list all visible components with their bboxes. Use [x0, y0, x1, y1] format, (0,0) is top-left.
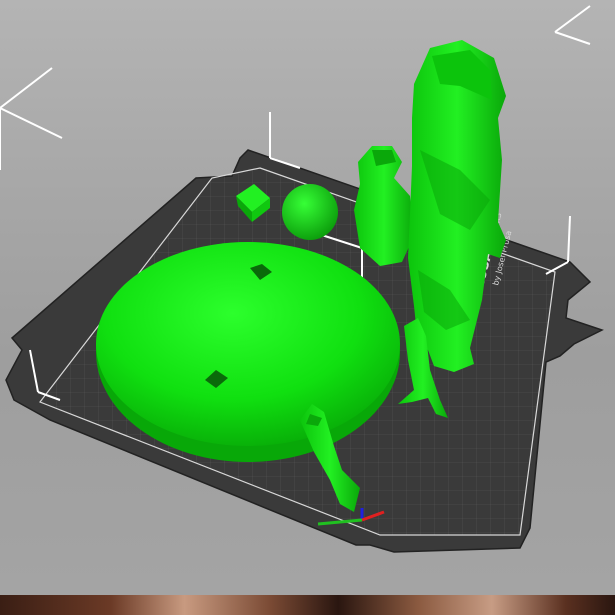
webcam-strip — [0, 595, 615, 615]
torso-model[interactable] — [354, 146, 414, 266]
sphere-model[interactable] — [282, 184, 338, 240]
dome-base-model[interactable] — [96, 242, 400, 462]
scene-canvas[interactable]: PRUSA i3 MK3 by Josef Prusa — [0, 0, 615, 595]
3d-viewport[interactable]: PRUSA i3 MK3 by Josef Prusa — [0, 0, 615, 595]
